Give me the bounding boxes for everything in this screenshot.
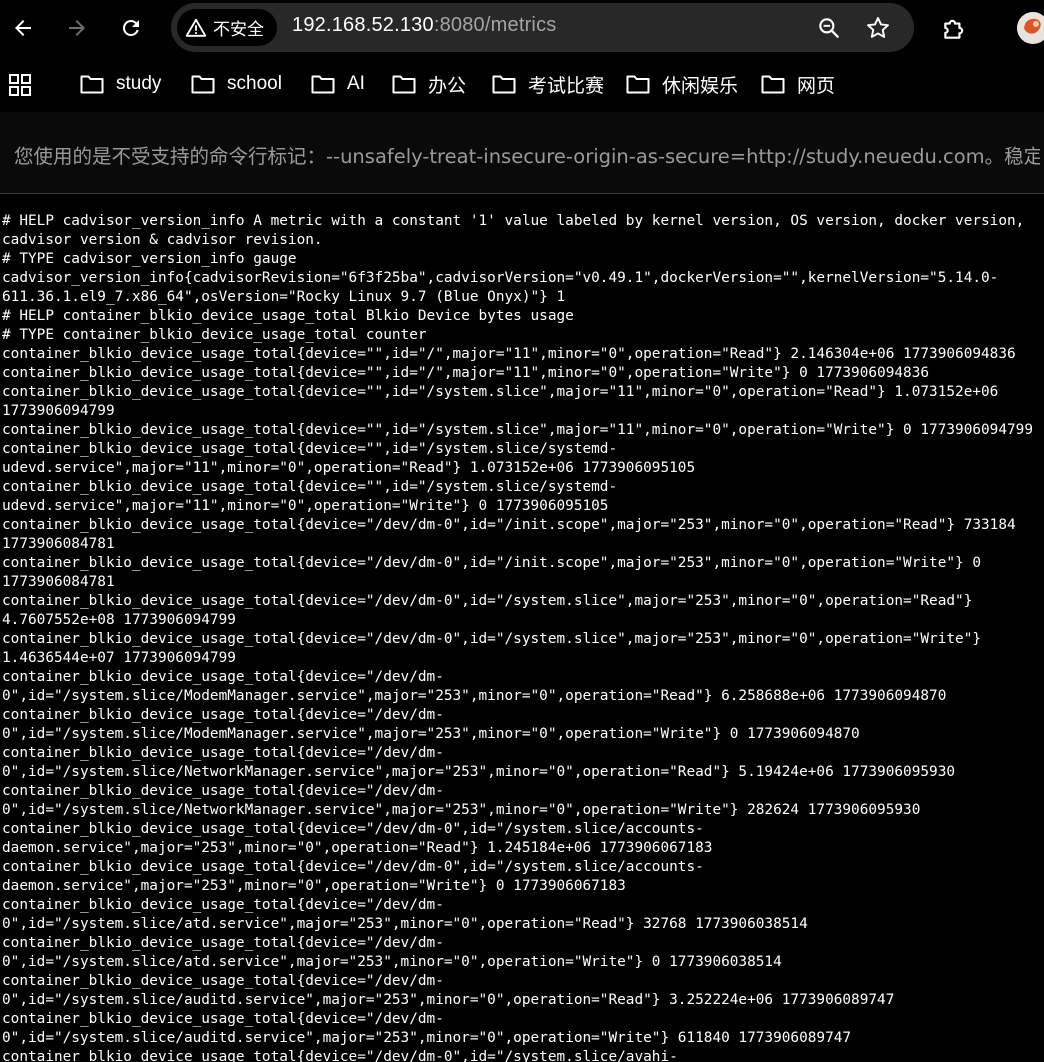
metrics-line: udevd.service",major="11",minor="0",oper… [2,498,609,514]
metrics-line: daemon.service",major="253",minor="0",op… [2,840,713,856]
forward-button[interactable] [57,8,97,48]
bookmark-folder-web[interactable]: 网页 [761,70,835,98]
metrics-line: container_blkio_device_usage_total{devic… [2,897,444,913]
bookmark-label: 休闲娱乐 [662,75,739,97]
metrics-line: cadvisor version & cadvisor revision. [2,232,323,248]
metrics-line: 0",id="/system.slice/NetworkManager.serv… [2,764,956,780]
metrics-line: container_blkio_device_usage_total{devic… [2,479,618,495]
metrics-line: 1773906094799 [2,403,115,419]
metrics-line: container_blkio_device_usage_total{devic… [2,821,704,837]
metrics-line: container_blkio_device_usage_total{devic… [2,365,930,381]
bookmark-folder-exams[interactable]: 考试比赛 [492,70,604,98]
browser-toolbar: 不安全 192.168.52.130:8080/metrics [0,0,1044,56]
metrics-line: container_blkio_device_usage_total{devic… [2,935,444,951]
star-icon[interactable] [865,15,891,41]
metrics-line: 4.7607552e+08 1773906094799 [2,612,236,628]
bookmark-label: 网页 [797,75,836,97]
zoom-icon[interactable] [816,15,842,41]
metrics-line: cadvisor_version_info{cadvisorRevision="… [2,270,999,286]
profile-image [1017,12,1044,44]
metrics-line: 0",id="/system.slice/auditd.service",maj… [2,1030,852,1046]
page-content: # HELP cadvisor_version_info A metric wi… [0,194,1044,1062]
metrics-line: 1.4636544e+07 1773906094799 [2,650,236,666]
warning-icon [185,18,207,37]
metrics-line: container_blkio_device_usage_total{devic… [2,783,444,799]
metrics-line: 1773906084781 [2,574,115,590]
url-text[interactable]: 192.168.52.130:8080/metrics [292,14,556,37]
metrics-line: # HELP container_blkio_device_usage_tota… [2,308,574,324]
apps-grid-icon[interactable] [8,73,32,97]
metrics-line: container_blkio_device_usage_total{devic… [2,707,444,723]
folder-icon [191,75,215,94]
folder-icon [392,75,416,94]
bookmark-label: study [116,73,162,94]
metrics-line: # HELP cadvisor_version_info A metric wi… [2,213,1025,229]
bookmark-folder-office[interactable]: 办公 [392,70,466,98]
arrow-right-icon [69,20,85,36]
puzzle-icon [944,19,964,39]
metrics-line: container_blkio_device_usage_total{devic… [2,384,999,400]
folder-icon [626,75,650,94]
metrics-line: 0",id="/system.slice/ModemManager.servic… [2,726,860,742]
metrics-line: 0",id="/system.slice/ModemManager.servic… [2,688,947,704]
metrics-line: container_blkio_device_usage_total{devic… [2,1049,678,1062]
folder-icon [80,75,104,94]
bookmark-folder-ai[interactable]: AI [311,70,365,98]
infobar-message: 您使用的是不受支持的命令行标记：--unsafely-treat-insecur… [14,145,1040,168]
metrics-line: 1773906084781 [2,536,115,552]
metrics-line: 0",id="/system.slice/atd.service",major=… [2,954,782,970]
back-button[interactable] [3,8,43,48]
bookmark-label: school [227,73,282,94]
bookmark-label: 办公 [428,75,467,97]
unsupported-flag-infobar: 您使用的是不受支持的命令行标记：--unsafely-treat-insecur… [0,112,1044,194]
bookmarks-bar: study school AI 办公 考试比赛 休闲娱乐 网页 [0,56,1044,112]
metrics-line: container_blkio_device_usage_total{devic… [2,973,444,989]
metrics-line: container_blkio_device_usage_total{devic… [2,631,982,647]
metrics-line: container_blkio_device_usage_total{devic… [2,422,1034,438]
reload-button[interactable] [111,8,151,48]
reload-icon [122,19,139,36]
metrics-line: container_blkio_device_usage_total{devic… [2,1011,444,1027]
folder-icon [761,75,785,94]
metrics-line: # TYPE cadvisor_version_info gauge [2,251,297,267]
metrics-line: daemon.service",major="253",minor="0",op… [2,878,626,894]
bookmark-folder-school[interactable]: school [191,70,282,98]
metrics-line: container_blkio_device_usage_total{devic… [2,441,618,457]
bookmark-label: AI [347,73,365,94]
folder-icon [492,75,516,94]
arrow-left-icon [15,20,31,36]
metrics-line: 0",id="/system.slice/auditd.service",maj… [2,992,895,1008]
metrics-line: container_blkio_device_usage_total{devic… [2,669,444,685]
bookmark-folder-leisure[interactable]: 休闲娱乐 [626,70,738,98]
folder-icon [311,75,335,94]
security-chip[interactable]: 不安全 [177,9,277,46]
metrics-text[interactable]: # HELP cadvisor_version_info A metric wi… [2,212,1033,1062]
metrics-line: container_blkio_device_usage_total{devic… [2,555,982,571]
url-path: :8080/metrics [433,14,557,36]
metrics-line: 0",id="/system.slice/atd.service",major=… [2,916,808,932]
metrics-line: container_blkio_device_usage_total{devic… [2,859,704,875]
url-host: 192.168.52.130 [292,14,434,36]
bookmark-label: 考试比赛 [528,75,605,97]
metrics-line: container_blkio_device_usage_total{devic… [2,346,1016,362]
metrics-line: # TYPE container_blkio_device_usage_tota… [2,327,427,343]
metrics-line: container_blkio_device_usage_total{devic… [2,593,973,609]
metrics-line: 0",id="/system.slice/NetworkManager.serv… [2,802,921,818]
metrics-line: container_blkio_device_usage_total{devic… [2,745,444,761]
metrics-line: 611.36.1.el9_7.x86_64",osVersion="Rocky … [2,289,566,305]
extensions-button[interactable] [935,10,973,48]
security-chip-label: 不安全 [213,20,264,40]
metrics-line: udevd.service",major="11",minor="0",oper… [2,460,696,476]
avatar[interactable] [1017,12,1044,44]
metrics-line: container_blkio_device_usage_total{devic… [2,517,1016,533]
bookmark-folder-study[interactable]: study [80,70,161,98]
address-bar[interactable]: 不安全 192.168.52.130:8080/metrics [171,3,914,52]
